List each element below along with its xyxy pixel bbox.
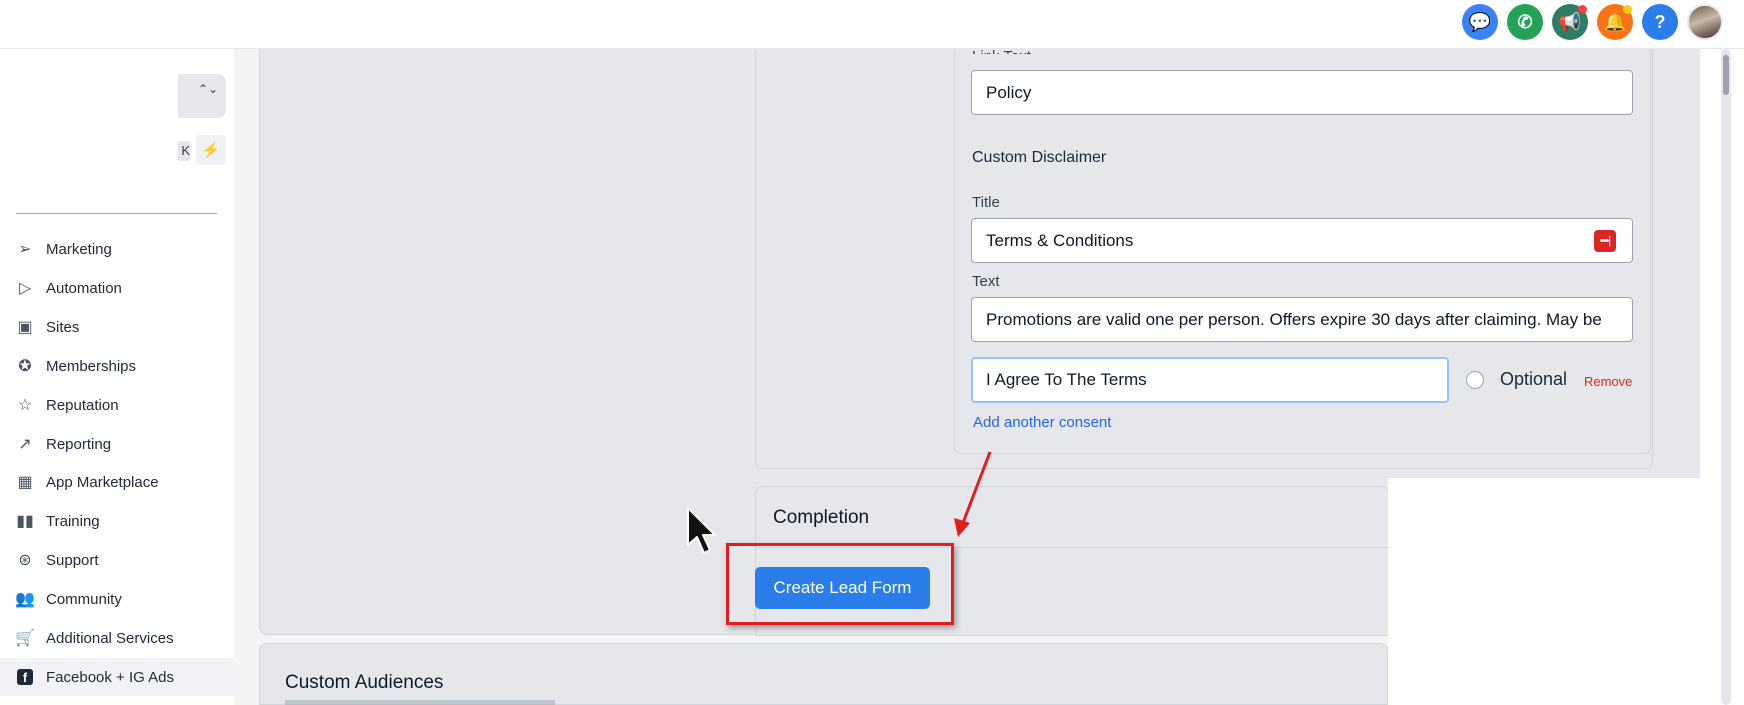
users-icon: 👥 [15,591,35,608]
lightning-icon[interactable]: ⚡ [196,135,226,165]
megaphone-icon-glyph: 📢 [1558,11,1582,32]
sidebar-item-facebook-ig-ads[interactable]: f Facebook + IG Ads [0,658,234,696]
chat-icon-glyph: 💬 [1468,11,1492,32]
add-consent-link[interactable]: Add another consent [973,414,1111,431]
title-input[interactable]: Terms & Conditions •••| [971,218,1633,263]
phone-icon-glyph: ✆ [1517,11,1533,32]
user-avatar[interactable] [1687,4,1723,40]
sidebar-item-community[interactable]: 👥 Community [0,580,234,618]
sidebar-item-label: App Marketplace [46,473,159,491]
bell-icon[interactable]: 🔔 [1597,4,1633,40]
link-text-input[interactable]: Policy [971,70,1633,115]
text-label: Text [972,273,1000,290]
sidebar-item-reputation[interactable]: ☆ Reputation [0,386,234,424]
sidebar-item-label: Reputation [46,396,119,414]
app-root: { "topbar": { "icons": [ {"name": "chat-… [0,0,1744,705]
optional-label: Optional [1500,369,1568,389]
sidebar-item-sites[interactable]: ▣ Sites [0,308,234,346]
sidebar-item-label: Community [46,590,122,608]
badge-icon: ✪ [18,358,32,375]
sidebar-item-label: Reporting [46,435,112,453]
globe-window-icon: ▣ [17,319,33,336]
sidebar-item-additional-services[interactable]: 🛒 Additional Services [0,619,234,657]
trend-icon: ↗ [18,436,32,453]
annotation-highlight-box [726,543,954,625]
sidebar-item-label: Support [46,551,99,569]
send-icon: ➢ [18,241,32,258]
grid-icon: ▦ [17,474,33,491]
title-input-value: Terms & Conditions [986,230,1134,250]
sidebar-item-label: Marketing [46,240,112,258]
sidebar-item-label: Sites [46,318,80,336]
shortcut-key: K [178,141,190,161]
bell-icon-glyph: 🔔 [1603,11,1627,32]
notification-dot [1623,5,1632,14]
sidebar-item-automation[interactable]: ▷ Automation [0,269,234,307]
vertical-scrollbar[interactable] [1721,49,1731,705]
custom-disclaimer-heading: Custom Disclaimer [972,149,1107,166]
sidebar-item-label: Additional Services [46,629,174,647]
custom-audiences-subtitle-placeholder [285,700,555,705]
consent-input[interactable]: I Agree To The Terms [971,357,1449,403]
lifebuoy-icon: ⊛ [18,552,32,569]
help-icon[interactable]: ? [1642,4,1678,40]
sidebar-item-app-marketplace[interactable]: ▦ App Marketplace [0,463,234,501]
optional-radio[interactable] [1466,371,1484,389]
star-icon: ☆ [17,397,33,414]
sidebar-item-label: Facebook + IG Ads [46,668,174,686]
sidebar-item-memberships[interactable]: ✪ Memberships [0,347,234,385]
scrollbar-thumb[interactable] [1723,55,1729,95]
megaphone-icon[interactable]: 📢 [1552,4,1588,40]
sidebar-item-label: Memberships [46,357,137,375]
phone-icon[interactable]: ✆ [1507,4,1543,40]
sidebar-item-reporting[interactable]: ↗ Reporting [0,425,234,463]
help-icon-glyph: ? [1654,11,1666,32]
sidebar-item-marketing[interactable]: ➢ Marketing [0,230,234,268]
sidebar-item-label: Training [46,512,100,530]
account-switcher[interactable]: ⌃⌄ [178,74,226,118]
notification-dot [1578,5,1587,14]
facebook-icon: f [17,669,33,685]
custom-audiences-title: Custom Audiences [285,672,444,693]
play-circle-icon: ▷ [18,280,32,297]
book-icon: ▮▮ [16,513,34,530]
cart-icon: 🛒 [15,630,35,647]
password-manager-icon[interactable]: •••| [1594,230,1616,252]
top-bar: 💬 ✆ 📢 🔔 ? [0,0,1744,49]
remove-consent-link[interactable]: Remove [1584,374,1632,389]
sidebar-item-training[interactable]: ▮▮ Training [0,502,234,540]
chat-icon[interactable]: 💬 [1462,4,1498,40]
completion-title: Completion [773,507,870,528]
disclaimer-text-input[interactable]: Promotions are valid one per person. Off… [971,297,1633,342]
sidebar-item-label: Automation [46,279,122,297]
sidebar-divider [16,213,217,214]
right-blank-panel [1388,478,1700,705]
sidebar-item-support[interactable]: ⊛ Support [0,541,234,579]
chevron-up-down-icon: ⌃⌄ [197,82,218,96]
title-label: Title [972,194,1000,211]
